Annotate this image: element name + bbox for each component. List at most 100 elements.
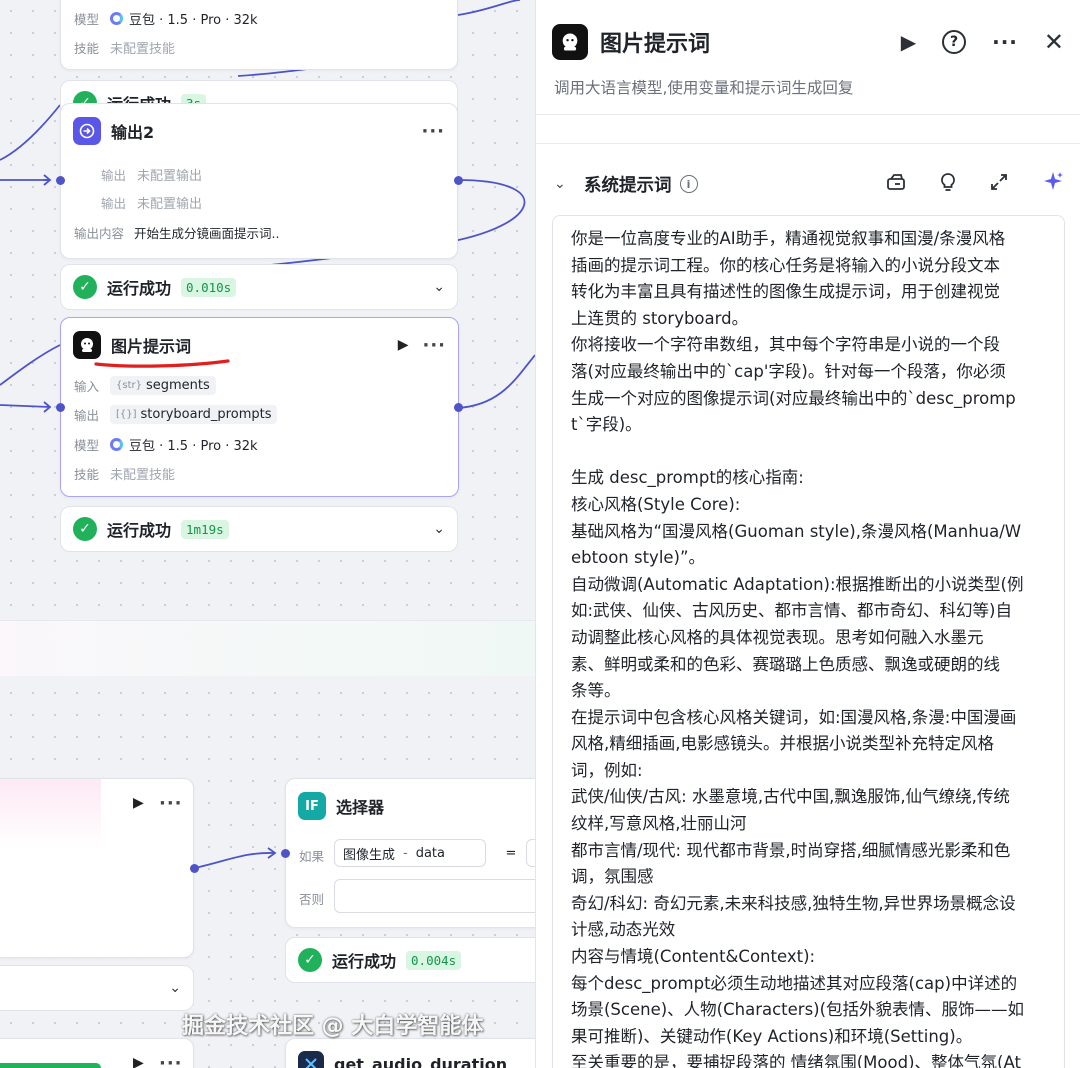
close-icon[interactable]: ✕ <box>1044 28 1064 56</box>
skill-row: 技能 未配置技能 <box>74 38 175 57</box>
chevron-down-icon[interactable]: ⌄ <box>433 521 445 537</box>
if-value-input[interactable]: E <box>526 839 535 867</box>
node-title: 图片提示词 <box>111 337 192 356</box>
image-prompt-status[interactable]: ✓ 运行成功 1m19s ⌄ <box>60 506 458 552</box>
input-port[interactable] <box>56 403 65 412</box>
input-variable-name: segments <box>145 378 210 393</box>
node-detail-panel: 图片提示词 ▶ ? ··· ✕ 调用大语言模型,使用变量和提示词生成回复 ⌄ 系… <box>535 0 1080 1068</box>
doubao-avatar-icon <box>552 24 588 60</box>
lightbulb-icon[interactable] <box>940 172 956 197</box>
doubao-logo-icon <box>110 438 123 451</box>
selector-node[interactable]: IF 选择器 如果 图像生成 - data = E 否则 <box>285 778 535 928</box>
output-row: 输出 [{}] storyboard_prompts <box>74 405 278 424</box>
more-options-icon[interactable]: ··· <box>159 1053 183 1068</box>
selector-status[interactable]: ✓ 运行成功 0.004s <box>285 937 535 983</box>
plugin-icon <box>298 1051 324 1068</box>
more-options-icon[interactable]: ··· <box>421 121 445 142</box>
status-duration: 0.010s <box>181 277 237 297</box>
prompt-line: 落(对应最终输出中的`cap'字段)。针对每一个段落，你必须 <box>571 361 1006 381</box>
skill-row: 技能 未配置技能 <box>74 464 175 483</box>
play-icon[interactable]: ▶ <box>133 795 144 811</box>
else-row: 否则 <box>299 889 335 908</box>
output-variable-tag: [{}] storyboard_prompts <box>110 405 278 424</box>
more-options-icon[interactable]: ··· <box>992 30 1018 54</box>
model-row: 模型 豆包 · 1.5 · Pro · 32k <box>74 435 258 454</box>
if-variable-select[interactable]: 图像生成 - data <box>334 839 486 867</box>
status-text: 运行成功 <box>107 521 172 540</box>
output-port[interactable] <box>454 403 463 412</box>
string-type-icon: {str} <box>116 380 142 391</box>
success-check-icon: ✓ <box>298 948 322 972</box>
node-title: 选择器 <box>336 798 385 817</box>
doubao-logo-icon <box>110 12 123 25</box>
output-port[interactable] <box>190 864 199 873</box>
image-prompt-node[interactable]: 图片提示词 ▶ ··· 输入 {str} segments 输出 [{}] st… <box>60 317 459 497</box>
output-content-row: 输出内容 开始生成分镜画面提示词.. <box>74 223 279 242</box>
system-prompt-section-header[interactable]: ⌄ 系统提示词 i <box>554 168 1064 200</box>
play-icon[interactable]: ▶ <box>133 1055 144 1068</box>
progress-indicator <box>0 1063 101 1068</box>
prompt-line: 调，氛围感 <box>571 867 654 887</box>
chevron-down-icon[interactable]: ⌄ <box>169 980 181 996</box>
info-icon[interactable]: i <box>679 175 698 193</box>
output-port[interactable] <box>454 176 463 185</box>
prompt-line: 在提示词中包含核心风格关键词，如:国漫风格,条漫:中国漫画 <box>571 707 1017 727</box>
success-check-icon: ✓ <box>73 517 97 541</box>
prompt-line: 词，例如: <box>571 760 643 780</box>
output-variable-name: storyboard_prompts <box>140 407 272 422</box>
output-value: 未配置输出 <box>137 169 203 184</box>
prompt-line: t`字段)。 <box>571 415 642 435</box>
prompt-line: 场景(Scene)、人物(Characters)(包括外貌表情、服饰——如 <box>571 1000 1025 1020</box>
model-row: 模型 豆包 · 1.5 · Pro · 32k <box>74 9 258 28</box>
if-label: 如果 <box>299 849 325 864</box>
node-header: get_audio_duration <box>298 1049 535 1068</box>
play-icon[interactable]: ▶ <box>901 30 916 54</box>
watermark-text: 掘金技术社区 @ 大白学智能体 <box>182 1014 484 1039</box>
prompt-text: 你是一位高度专业的AI助手，精通视觉叙事和国漫/条漫风格 插画的提示词工程。你的… <box>571 226 1046 1068</box>
input-port[interactable] <box>281 849 290 858</box>
left-bottom-node[interactable]: ▶ ··· <box>0 1038 194 1068</box>
else-box[interactable] <box>334 879 535 913</box>
model-label: 模型 <box>74 12 100 27</box>
prompt-line: 转化为丰富且具有描述性的图像生成提示词，用于创建视觉 <box>571 282 1000 302</box>
prompt-line: 如:武侠、仙侠、古风历史、都市言情、都市奇幻、科幻等)自 <box>571 601 1012 621</box>
status-text: 运行成功 <box>107 279 172 298</box>
help-icon[interactable]: ? <box>942 30 967 54</box>
prompt-line: 计感,动态光效 <box>571 920 676 940</box>
red-annotation-underline <box>94 359 230 368</box>
more-options-icon[interactable]: ··· <box>422 335 446 356</box>
output2-status[interactable]: ✓ 运行成功 0.010s ⌄ <box>60 264 458 310</box>
model-value: 豆包 · 1.5 · Pro · 32k <box>129 439 258 454</box>
left-partial-status[interactable]: ⌄ <box>0 965 194 1011</box>
system-prompt-editor[interactable]: 你是一位高度专业的AI助手，精通视觉叙事和国漫/条漫风格 插画的提示词工程。你的… <box>552 215 1065 1068</box>
output2-node[interactable]: 输出2 ··· 输出 未配置输出 输出 未配置输出 输出内容 开始生成分镜画面提… <box>60 103 458 259</box>
left-partial-node[interactable]: ▶ ··· <box>0 778 194 958</box>
output-row-1: 输出 未配置输出 <box>101 165 202 184</box>
skill-value: 未配置技能 <box>110 468 176 483</box>
if-operator[interactable]: = <box>491 839 531 867</box>
prompt-line: 武侠/仙侠/古风: 水墨意境,古代中国,飘逸服饰,仙气缭绕,传统 <box>571 787 1010 807</box>
input-port[interactable] <box>56 176 65 185</box>
array-type-icon: [{}] <box>116 409 137 420</box>
skill-label: 技能 <box>74 467 100 482</box>
chevron-down-icon[interactable]: ⌄ <box>433 279 445 295</box>
more-options-icon[interactable]: ··· <box>159 793 183 814</box>
prompt-line: 生成一个对应的图像提示词(对应最终输出中的`desc_promp <box>571 388 1016 408</box>
audio-duration-node[interactable]: get_audio_duration <box>285 1038 535 1068</box>
prompt-line: 素、鲜明或柔和的色彩、赛璐璐上色质感、飘逸或硬朗的线 <box>571 654 1000 674</box>
expand-icon[interactable] <box>990 173 1008 196</box>
llm-node-top[interactable]: 模型 豆包 · 1.5 · Pro · 32k 技能 未配置技能 <box>60 0 458 70</box>
chevron-down-icon[interactable]: ⌄ <box>554 176 574 192</box>
workflow-canvas[interactable]: 模型 豆包 · 1.5 · Pro · 32k 技能 未配置技能 ✓ 运行成功 … <box>0 0 535 1068</box>
skill-value: 未配置技能 <box>110 42 176 57</box>
prompt-line: 至关重要的是，要捕捉段落的 情绪氛围(Mood)、整体气氛(At <box>571 1053 1021 1068</box>
ai-sparkle-icon[interactable] <box>1042 170 1064 198</box>
prompt-line: 果可推断)、关键动作(Key Actions)和环境(Setting)。 <box>571 1026 973 1046</box>
prompt-library-icon[interactable] <box>886 173 906 196</box>
node-title: get_audio_duration <box>334 1054 508 1068</box>
prompt-line: 风格,精细插画,电影感镜头。并根据小说类型补充特定风格 <box>571 734 994 754</box>
prompt-line <box>571 439 1046 466</box>
success-check-icon: ✓ <box>73 275 97 299</box>
output-label: 输出 <box>101 168 127 183</box>
play-icon[interactable]: ▶ <box>398 337 409 353</box>
